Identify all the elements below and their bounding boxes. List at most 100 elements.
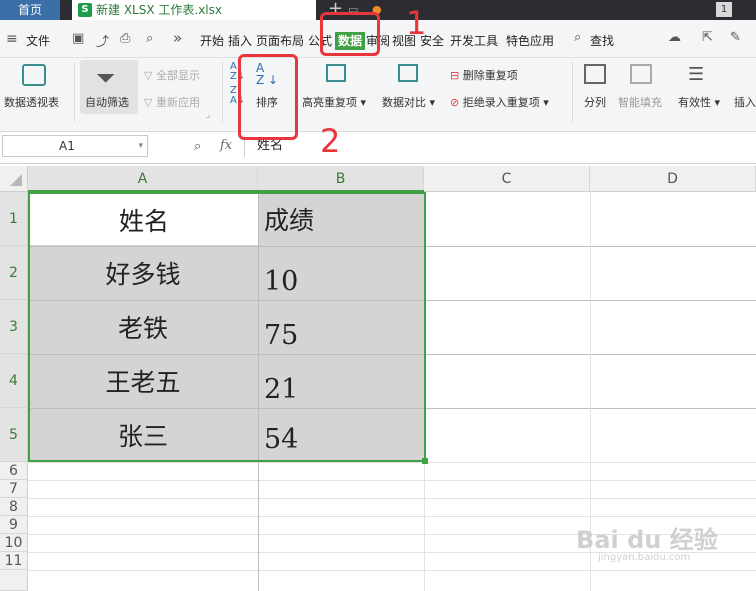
search-label[interactable]: 查找 xyxy=(590,32,614,49)
cell-a3[interactable]: 老铁 xyxy=(28,300,258,354)
row-header[interactable]: 9 xyxy=(0,516,28,534)
cell-a1[interactable]: 姓名 xyxy=(30,194,258,246)
dropdown-arrow-icon: ▾ xyxy=(426,96,436,109)
highlight-duplicates-label: 高亮重复项 xyxy=(302,96,357,109)
cell-b4[interactable]: 21 xyxy=(258,362,424,416)
grid-line xyxy=(28,462,756,463)
home-tab[interactable]: 首页 xyxy=(0,0,60,20)
hamburger-icon[interactable]: ≡ xyxy=(6,31,18,47)
tab-developer[interactable]: 开发工具 xyxy=(450,32,498,49)
edit-icon[interactable]: ✎ xyxy=(730,30,741,45)
cell-b2[interactable]: 10 xyxy=(258,254,424,308)
data-compare-button[interactable]: 数据对比 ▾ xyxy=(382,94,435,110)
tab-home[interactable]: 开始 xyxy=(200,32,224,49)
split-columns-button[interactable]: 分列 xyxy=(584,94,606,110)
row-header[interactable]: 1 xyxy=(0,192,28,246)
smart-fill-button[interactable]: 智能填充 xyxy=(618,94,662,110)
window-count-badge[interactable]: 1 xyxy=(716,2,732,17)
row-header[interactable]: 3 xyxy=(0,300,28,354)
dropdown-arrow-icon: ▾ xyxy=(539,96,549,109)
autofilter-button[interactable]: 自动筛选 xyxy=(85,94,129,110)
column-header-b[interactable]: B xyxy=(258,166,424,192)
validity-button[interactable]: 有效性 ▾ xyxy=(678,94,720,110)
highlight-duplicates-icon xyxy=(326,64,346,82)
row-header[interactable]: 4 xyxy=(0,354,28,408)
dropdown-arrow-icon: ▾ xyxy=(357,96,367,109)
filter-small-icon: ▽ xyxy=(144,96,156,109)
row-header[interactable]: 8 xyxy=(0,498,28,516)
row-header[interactable] xyxy=(0,570,28,591)
split-columns-icon xyxy=(584,64,606,84)
validity-icon: ☰ xyxy=(688,64,705,85)
data-compare-label: 数据对比 xyxy=(382,96,426,109)
reject-duplicates-label: 拒绝录入重复项 xyxy=(462,96,540,109)
remove-duplicates-label: 删除重复项 xyxy=(462,69,518,82)
dropdown-arrow-icon: ▾ xyxy=(711,96,721,109)
data-compare-icon xyxy=(398,64,418,82)
function-icon[interactable]: fx xyxy=(220,138,232,153)
chevron-down-icon[interactable]: ▾ xyxy=(138,136,143,156)
grid-line xyxy=(28,570,756,571)
cell-b1[interactable]: 成绩 xyxy=(258,192,424,246)
spreadsheet-icon: S xyxy=(78,3,92,17)
row-header[interactable]: 6 xyxy=(0,462,28,480)
row-header[interactable]: 11 xyxy=(0,552,28,570)
pivot-table-button[interactable]: 数据透视表 xyxy=(4,94,59,110)
column-header-a[interactable]: A xyxy=(28,166,258,192)
cell-a2[interactable]: 好多钱 xyxy=(28,246,258,300)
smart-fill-icon xyxy=(630,64,652,84)
name-box-value: A1 xyxy=(59,139,75,153)
show-all-button[interactable]: ▽ 全部显示 xyxy=(144,67,200,83)
document-tab[interactable]: S 新建 XLSX 工作表.xlsx ▭ ● xyxy=(72,0,382,20)
reapply-button[interactable]: ▽ 重新应用 xyxy=(144,94,200,110)
save-icon[interactable]: ▣ xyxy=(72,31,84,46)
cell-b3[interactable]: 75 xyxy=(258,308,424,362)
tab-page-layout[interactable]: 页面布局 xyxy=(256,32,304,49)
search-icon[interactable]: ⌕ xyxy=(574,30,581,45)
column-header-d[interactable]: D xyxy=(590,166,756,192)
watermark-logo: Bai du 经验 xyxy=(576,526,718,554)
tab-insert[interactable]: 插入 xyxy=(228,32,252,49)
row-header[interactable]: 2 xyxy=(0,246,28,300)
filter-icon: ⏷ xyxy=(96,64,116,92)
name-box[interactable]: A1 ▾ xyxy=(2,135,148,157)
pivot-table-icon xyxy=(22,64,46,86)
cell-b5[interactable]: 54 xyxy=(258,416,424,462)
annotation-label-step2: 2 xyxy=(320,122,341,160)
row-header[interactable]: 5 xyxy=(0,408,28,462)
reject-duplicates-button[interactable]: ⊘ 拒绝录入重复项 ▾ xyxy=(450,94,549,110)
cell-a5[interactable]: 张三 xyxy=(28,408,258,462)
reject-duplicates-icon: ⊘ xyxy=(450,96,463,109)
ribbon-separator xyxy=(572,62,573,122)
grid-line xyxy=(28,480,756,481)
export-icon[interactable]: ⤴ xyxy=(96,31,109,50)
tab-special-apps[interactable]: 特色应用 xyxy=(506,32,554,49)
print-icon[interactable]: ⎙ xyxy=(120,31,130,46)
print-preview-icon[interactable]: ⌕ xyxy=(146,31,153,46)
column-header-c[interactable]: C xyxy=(424,166,590,192)
row-header[interactable]: 10 xyxy=(0,534,28,552)
menu-file[interactable]: 文件 xyxy=(26,32,50,49)
reapply-label: 重新应用 xyxy=(155,96,200,109)
show-all-label: 全部显示 xyxy=(155,69,200,82)
grid-line xyxy=(28,516,756,517)
document-tab-label: 新建 XLSX 工作表.xlsx xyxy=(96,3,222,17)
select-all-triangle-icon xyxy=(10,174,22,186)
ribbon-separator xyxy=(222,62,223,122)
row-header[interactable]: 7 xyxy=(0,480,28,498)
cell-a4[interactable]: 王老五 xyxy=(28,354,258,408)
grid-line xyxy=(28,498,756,499)
remove-duplicates-button[interactable]: ⊟ 删除重复项 xyxy=(450,67,518,83)
zoom-icon[interactable]: ⌕ xyxy=(194,139,201,154)
highlight-duplicates-button[interactable]: 高亮重复项 ▾ xyxy=(302,94,366,110)
ribbon-separator xyxy=(74,62,75,122)
more-chevron-icon[interactable]: » xyxy=(173,29,182,47)
cloud-icon[interactable]: ☁ xyxy=(668,30,681,45)
insert-button[interactable]: 插入 xyxy=(734,94,756,110)
share-icon[interactable]: ⇱ xyxy=(702,30,713,45)
select-all-corner[interactable] xyxy=(0,166,28,192)
ribbon-toolbar: 数据透视表 ⏷ 自动筛选 ▽ 全部显示 ▽ 重新应用 A Z↓ Z A↓ AZ ↓ … xyxy=(0,58,756,132)
annotation-box-step2 xyxy=(238,54,298,140)
dialog-launcher-icon[interactable]: ⌟ xyxy=(206,110,210,120)
formula-bar: A1 ▾ ⌕ fx 姓名 xyxy=(0,132,756,164)
